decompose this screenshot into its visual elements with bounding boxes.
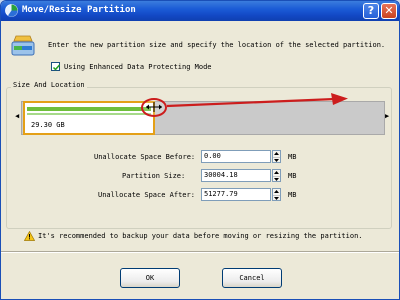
title-bar[interactable]: Move/Resize Partition ? ✕ <box>1 1 399 21</box>
space-before-unit: MB <box>288 153 297 161</box>
drag-direction-arrow-icon <box>166 93 348 108</box>
partition-block[interactable]: 29.30 GB <box>23 101 155 135</box>
spin-up-icon[interactable] <box>273 189 280 194</box>
checkmark-icon <box>52 64 61 71</box>
move-resize-dialog: Move/Resize Partition ? ✕ Enter the new … <box>0 0 400 300</box>
warning-icon <box>24 231 35 241</box>
instruction-text: Enter the new partition size and specify… <box>48 41 386 49</box>
left-edge-arrow-icon: ◀ <box>15 112 20 120</box>
partition-size-unit: MB <box>288 172 297 180</box>
spin-down-icon[interactable] <box>273 195 280 201</box>
space-before-label: Unallocate Space Before: <box>94 153 196 161</box>
partition-app-icon <box>5 4 18 17</box>
space-before-input[interactable]: 0.00 <box>201 150 271 163</box>
space-after-input[interactable]: 51277.79 <box>201 188 271 201</box>
protect-mode-checkbox[interactable] <box>51 62 61 71</box>
partition-free-bar <box>27 113 151 115</box>
close-button[interactable]: ✕ <box>381 3 397 19</box>
window-title: Move/Resize Partition <box>22 5 136 15</box>
partition-used-bar <box>27 107 151 111</box>
protect-mode-label[interactable]: Using Enhanced Data Protecting Mode <box>64 63 212 71</box>
backup-warning-text: It's recommended to backup your data bef… <box>38 232 363 240</box>
spin-down-icon[interactable] <box>273 176 280 182</box>
spin-down-icon[interactable] <box>273 157 280 163</box>
size-location-title: Size And Location <box>11 81 87 89</box>
space-before-spinner[interactable] <box>272 150 281 163</box>
space-after-unit: MB <box>288 191 297 199</box>
spin-up-icon[interactable] <box>273 151 280 156</box>
resize-cursor-icon <box>146 102 162 112</box>
partition-disk-icon <box>11 35 35 56</box>
help-button[interactable]: ? <box>363 3 379 19</box>
cancel-button[interactable]: Cancel <box>222 268 282 288</box>
partition-size-label: 29.30 GB <box>31 121 65 129</box>
right-edge-arrow-icon: ▶ <box>385 112 390 120</box>
partition-size-input[interactable]: 30004.18 <box>201 169 271 182</box>
button-separator <box>1 251 399 253</box>
space-after-label: Unallocate Space After: <box>98 191 195 199</box>
partition-size-spinner[interactable] <box>272 169 281 182</box>
spin-up-icon[interactable] <box>273 170 280 175</box>
ok-button[interactable]: OK <box>120 268 180 288</box>
partition-size-field-label: Partition Size: <box>122 172 186 180</box>
space-after-spinner[interactable] <box>272 188 281 201</box>
